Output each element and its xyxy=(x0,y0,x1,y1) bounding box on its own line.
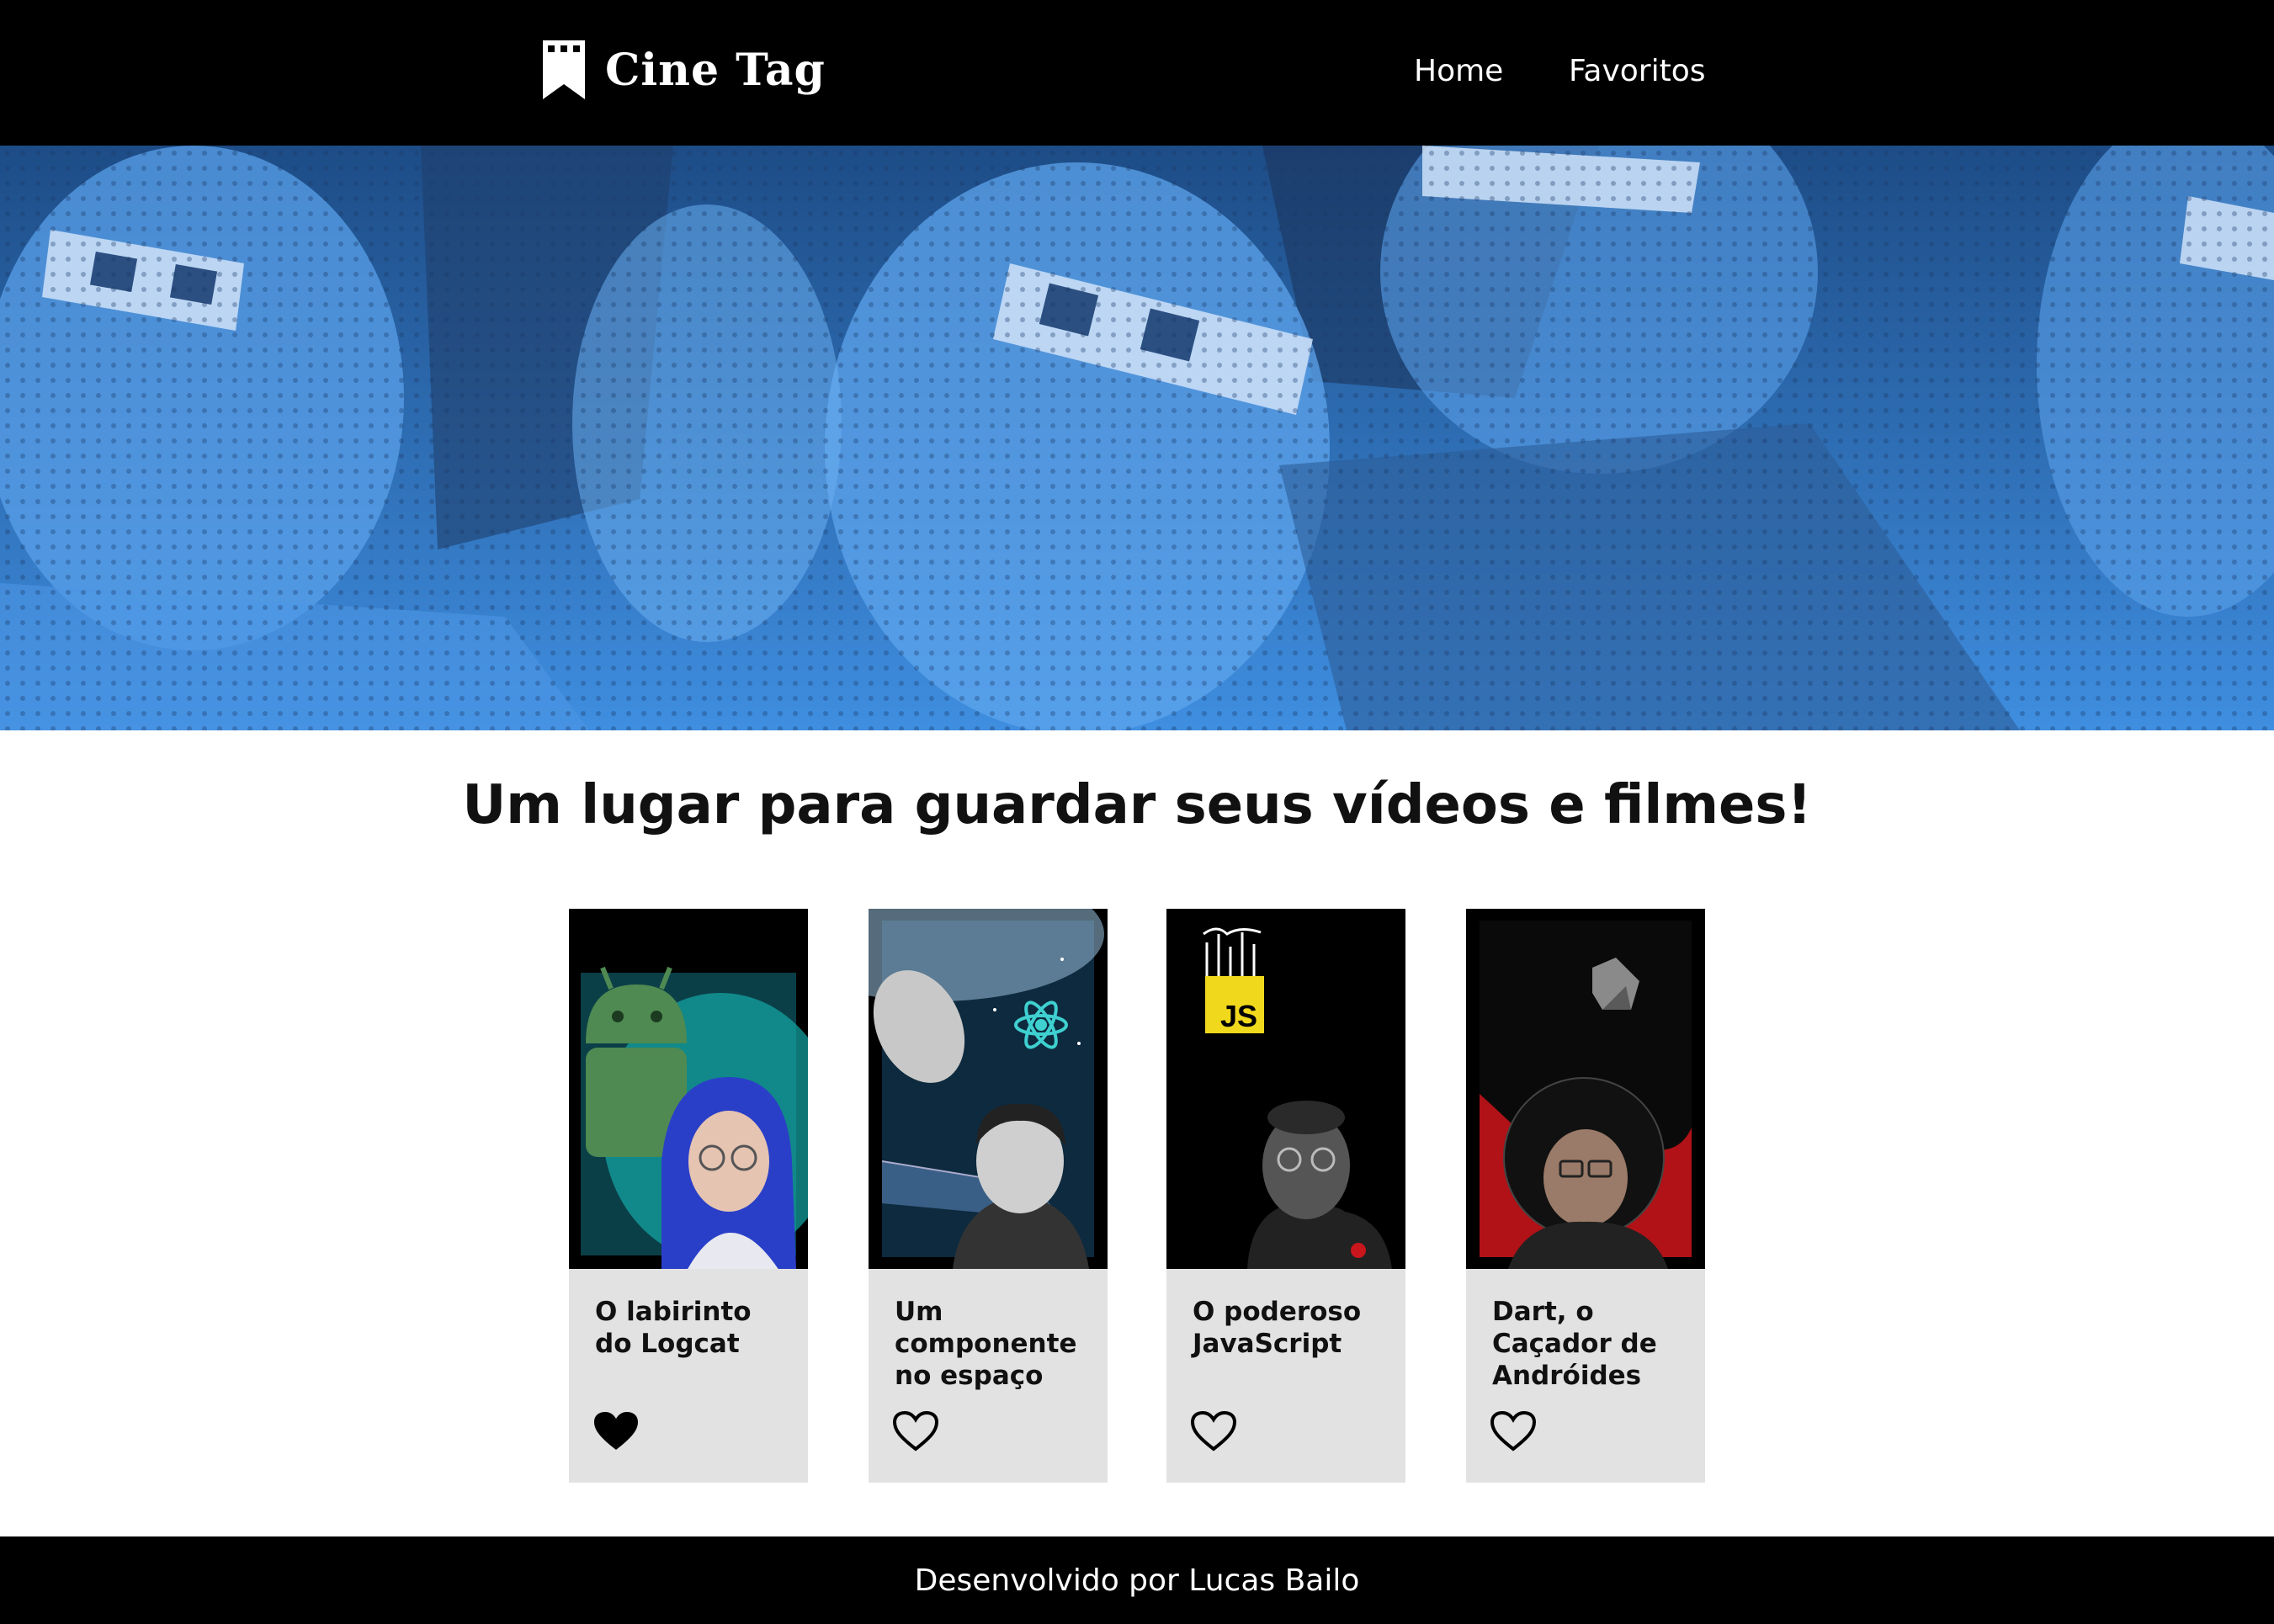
svg-text:JS: JS xyxy=(1220,999,1257,1033)
dart-icon xyxy=(1466,909,1705,1269)
heart-outline-icon[interactable] xyxy=(1190,1410,1237,1452)
page-title: Um lugar para guardar seus vídeos e film… xyxy=(462,774,1812,836)
video-thumbnail[interactable] xyxy=(569,909,808,1269)
brand-logo[interactable]: Cine Tag xyxy=(543,40,826,99)
footer-credit: Desenvolvido por Lucas Bailo xyxy=(914,1563,1360,1598)
video-title: O poderoso JavaScript xyxy=(1193,1297,1362,1359)
site-header: Cine Tag Home Favoritos xyxy=(0,0,2274,146)
video-thumbnail[interactable] xyxy=(1466,909,1705,1269)
bookmark-film-icon xyxy=(543,40,585,99)
video-title: Dart, o Caçador de Andróides xyxy=(1492,1297,1657,1391)
video-thumbnail[interactable]: JS xyxy=(1166,909,1405,1269)
nav-favoritos[interactable]: Favoritos xyxy=(1569,54,1706,88)
heart-filled-icon[interactable] xyxy=(592,1410,640,1452)
javascript-icon: JS xyxy=(1166,909,1405,1269)
cinema-audience-image xyxy=(0,146,2274,730)
video-title: Um componente no espaço xyxy=(895,1297,1077,1391)
video-card: O labirinto do Logcat xyxy=(569,909,808,1483)
react-icon xyxy=(869,909,1108,1269)
video-card: Um componente no espaço xyxy=(869,909,1108,1483)
video-card: JS O poderoso JavaScript xyxy=(1166,909,1405,1483)
hero-banner xyxy=(0,146,2274,730)
video-title: O labirinto do Logcat xyxy=(595,1297,752,1359)
brand-name: Cine Tag xyxy=(605,44,826,96)
android-icon xyxy=(569,909,808,1269)
site-footer: Desenvolvido por Lucas Bailo xyxy=(0,1536,2274,1624)
video-thumbnail[interactable] xyxy=(869,909,1108,1269)
nav-home[interactable]: Home xyxy=(1414,54,1503,88)
video-card: Dart, o Caçador de Andróides xyxy=(1466,909,1705,1483)
heart-outline-icon[interactable] xyxy=(892,1410,939,1452)
heart-outline-icon[interactable] xyxy=(1490,1410,1537,1452)
